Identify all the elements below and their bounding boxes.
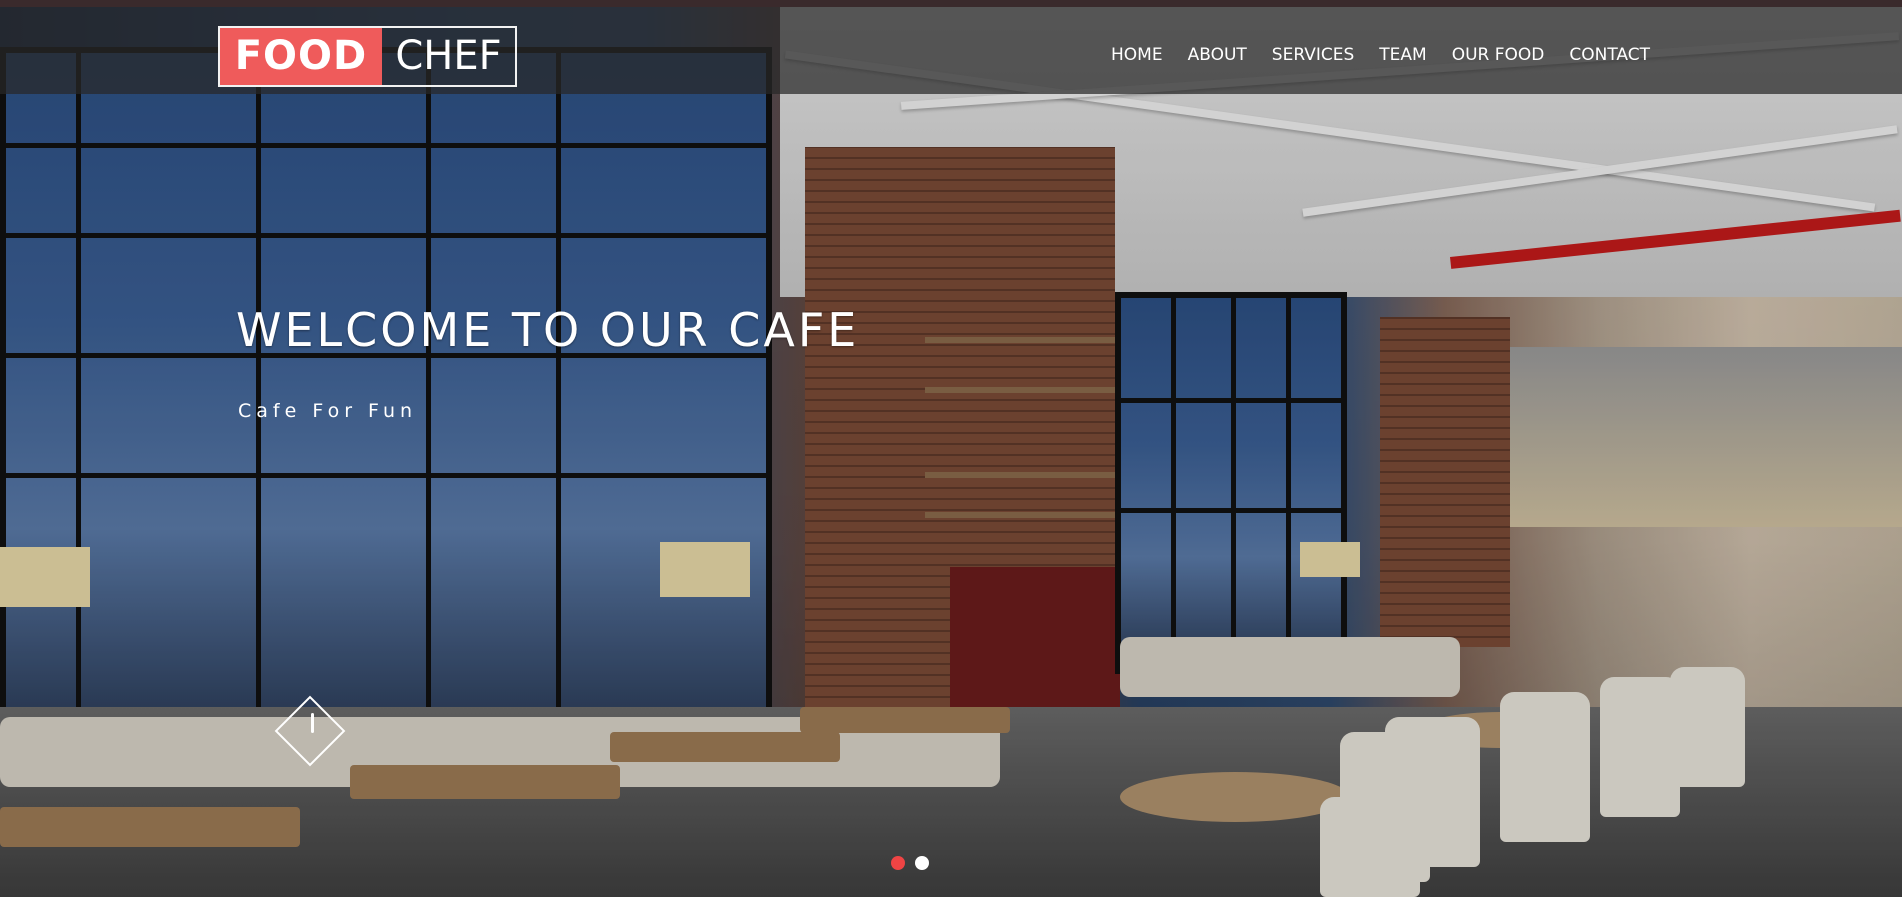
top-navbar: FOOD CHEF HOME ABOUT SERVICES TEAM OUR F… <box>0 7 1902 94</box>
hero-overlay <box>0 7 1902 897</box>
slider-dot-2[interactable] <box>915 856 929 870</box>
scroll-indicator-line <box>311 713 314 733</box>
top-border <box>0 0 1902 7</box>
nav-item-about[interactable]: ABOUT <box>1188 45 1247 65</box>
nav-item-team[interactable]: TEAM <box>1379 45 1426 65</box>
nav-item-services[interactable]: SERVICES <box>1272 45 1354 65</box>
hero-background-image <box>0 7 1902 897</box>
hero-title: WELCOME TO OUR CAFE <box>236 303 860 357</box>
logo-food-text: FOOD <box>220 28 382 85</box>
nav-item-home[interactable]: HOME <box>1111 45 1163 65</box>
nav-item-our-food[interactable]: OUR FOOD <box>1452 45 1545 65</box>
brand-logo[interactable]: FOOD CHEF <box>218 26 517 87</box>
slider-dot-1[interactable] <box>891 856 905 870</box>
nav-item-contact[interactable]: CONTACT <box>1569 45 1650 65</box>
main-nav: HOME ABOUT SERVICES TEAM OUR FOOD CONTAC… <box>1111 45 1675 65</box>
logo-chef-text: CHEF <box>395 33 502 79</box>
hero-subtitle: Cafe For Fun <box>238 400 418 422</box>
page-bottom <box>0 897 1902 916</box>
